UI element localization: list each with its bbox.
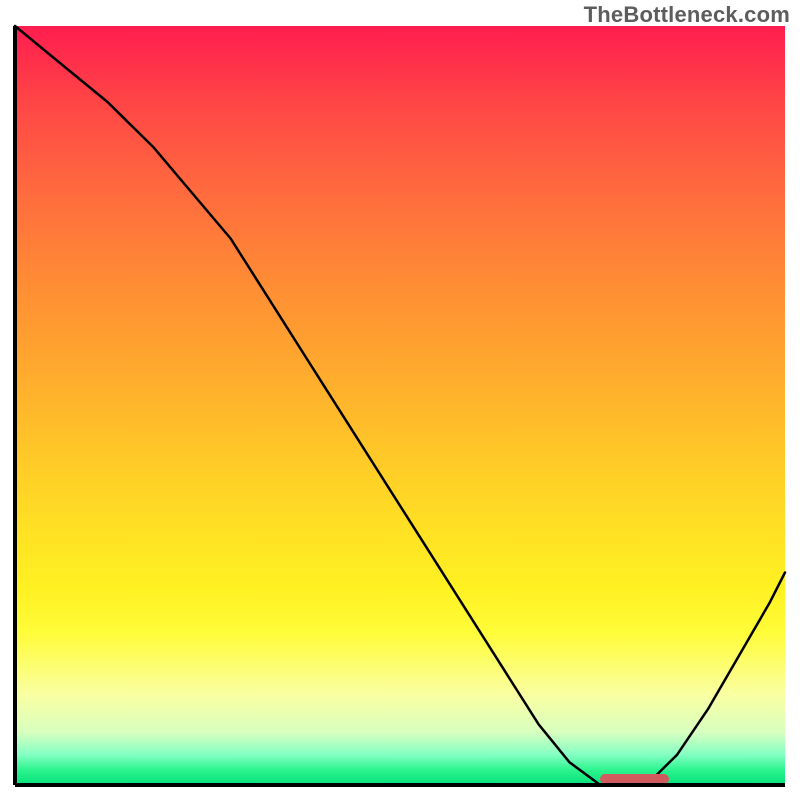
axes-layer: [15, 26, 785, 785]
plot-area: [15, 26, 785, 785]
watermark-text: TheBottleneck.com: [584, 2, 790, 28]
chart-container: TheBottleneck.com: [0, 0, 800, 800]
